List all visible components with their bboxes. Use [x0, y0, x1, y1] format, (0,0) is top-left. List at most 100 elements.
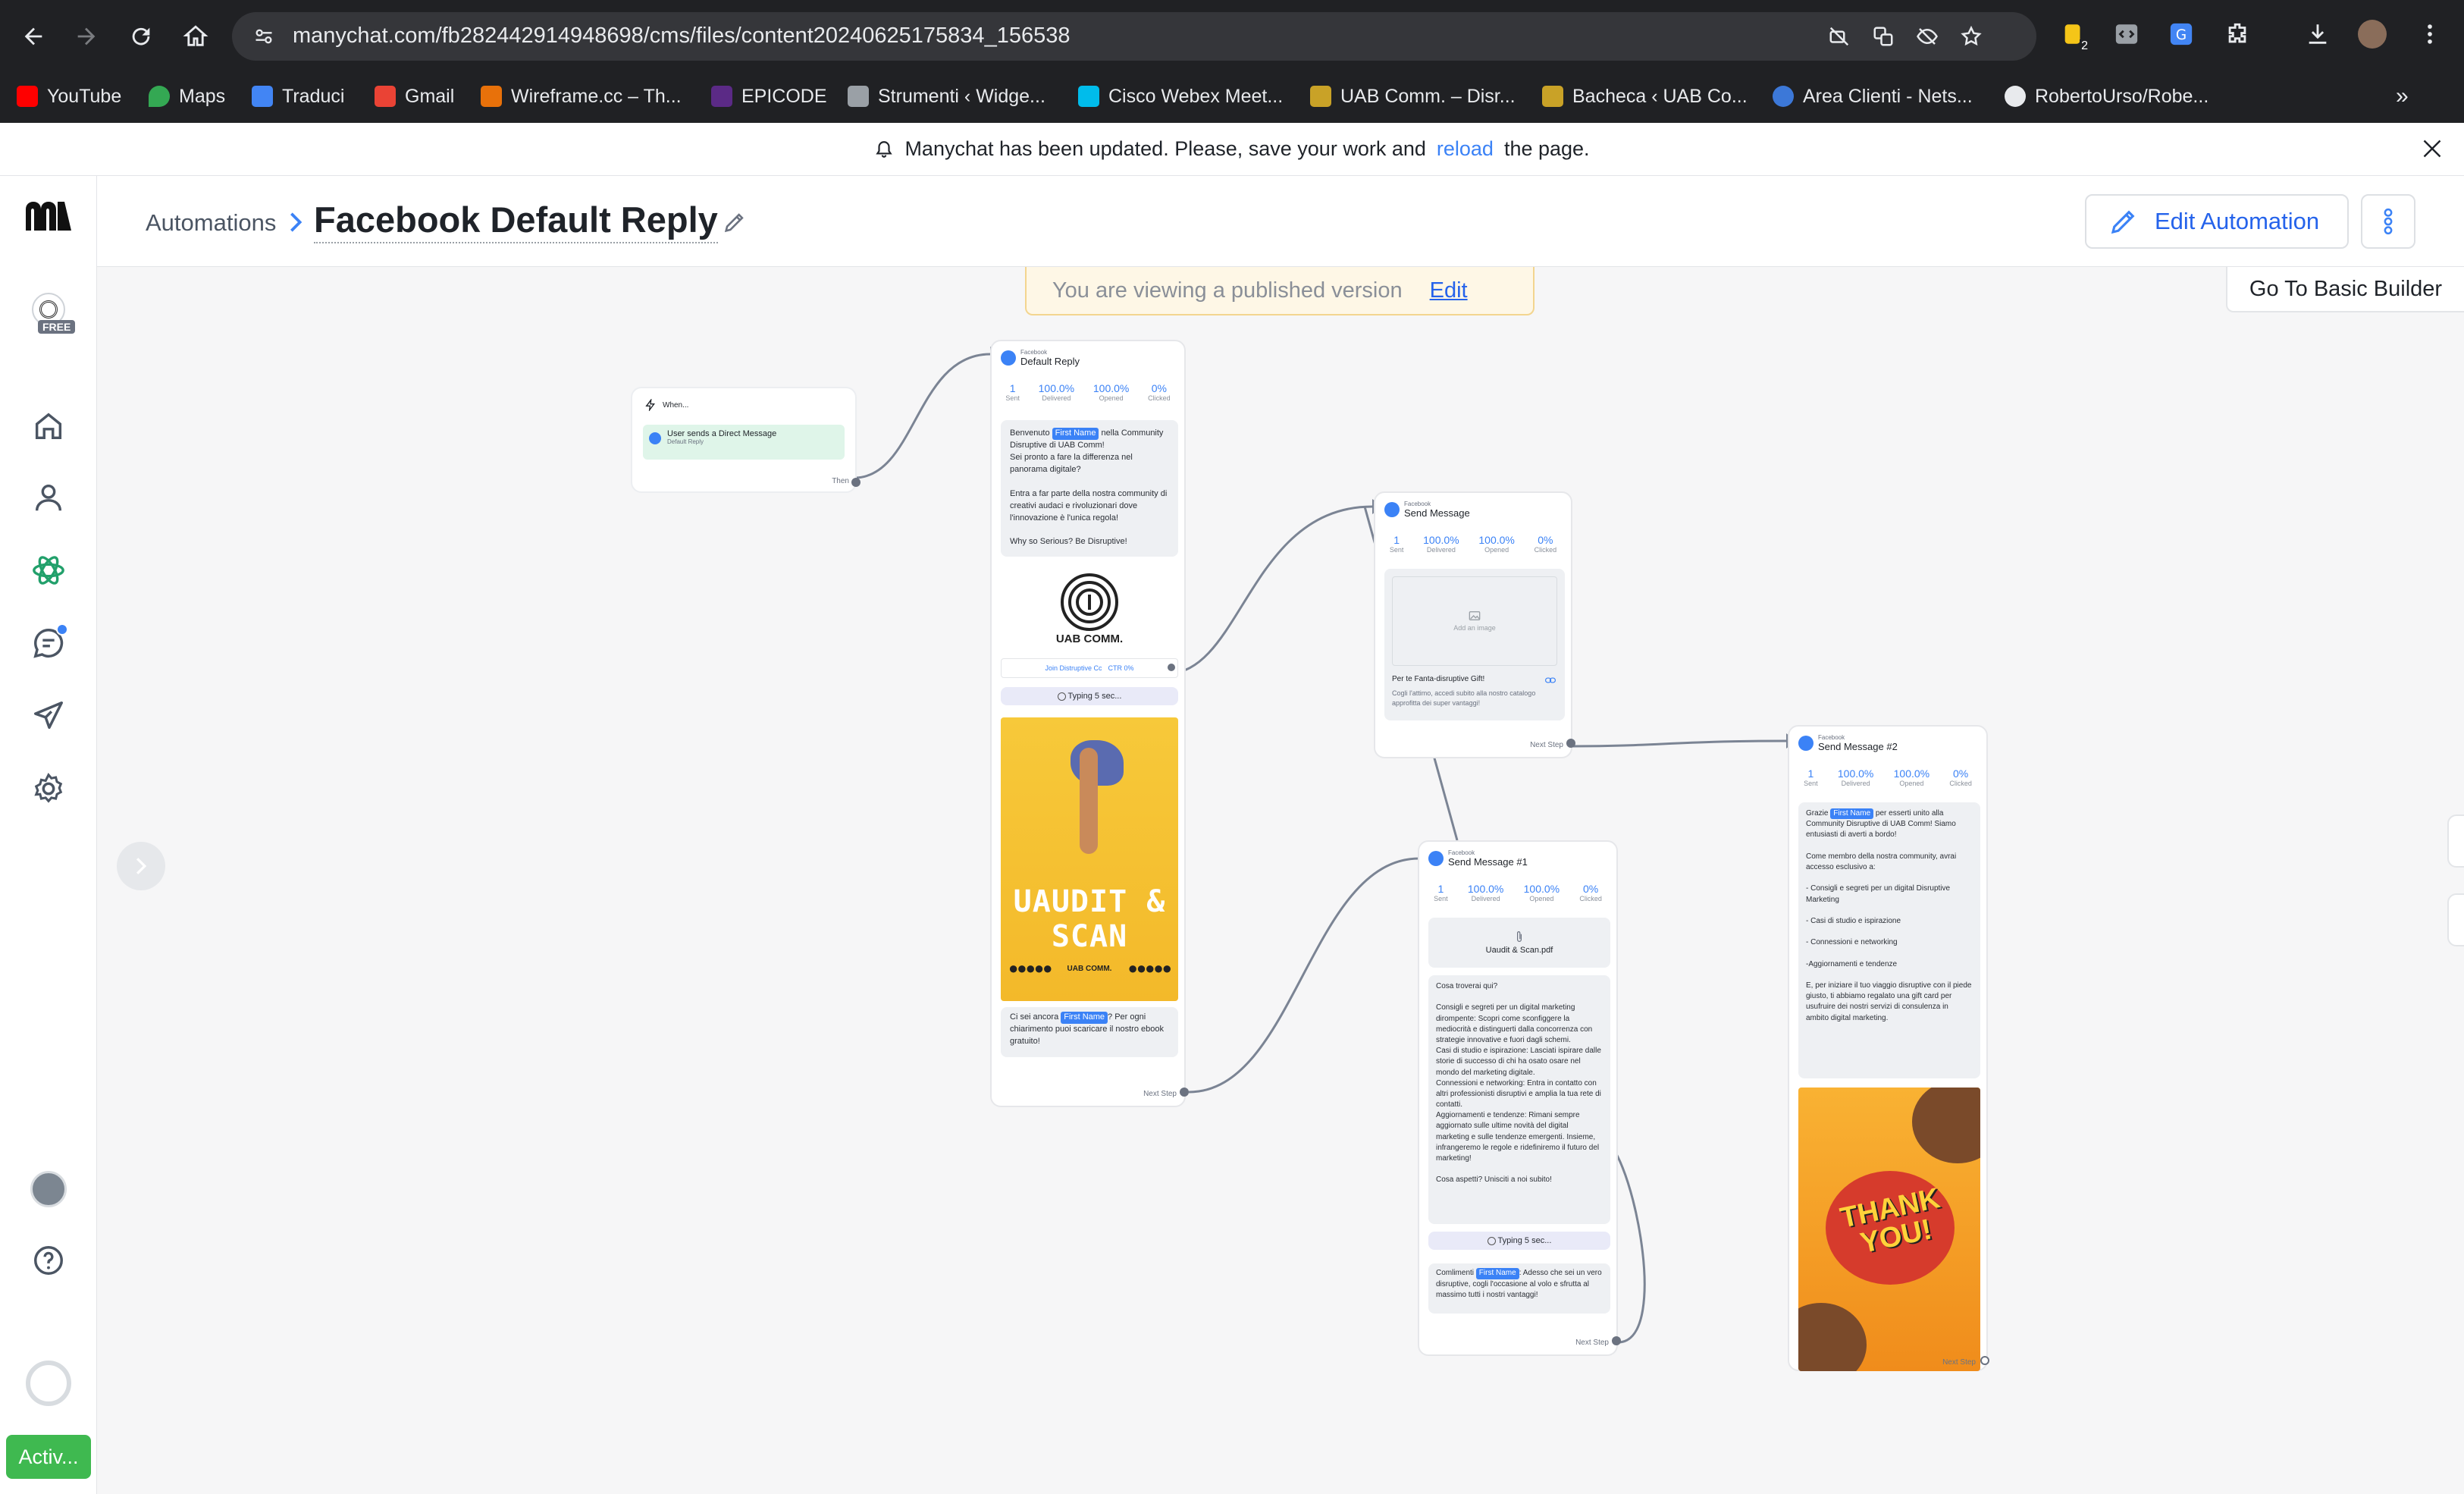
published-version-notice: You are viewing a published version Edit	[1025, 267, 1535, 315]
close-banner-icon[interactable]	[2419, 135, 2446, 162]
stat-sent: 1 Sent	[1005, 382, 1020, 402]
info-message[interactable]: Cosa troverai qui? Consigli e segreti pe…	[1428, 975, 1610, 1224]
bookmark-epicode[interactable]: EPICODE	[711, 80, 827, 112]
bookmark-github[interactable]: RobertoUrso/Robe...	[2005, 80, 2209, 112]
bookmark-maps[interactable]: Maps	[149, 80, 225, 112]
translate-extension-icon[interactable]: G	[2165, 18, 2197, 50]
send-icon	[34, 701, 63, 730]
send-message-node[interactable]: Facebook Send Message 1 Sent 100.0% Deliver…	[1374, 491, 1575, 758]
expand-panel-button[interactable]	[117, 842, 165, 890]
puzzle-icon[interactable]	[2221, 18, 2253, 50]
site-settings-icon[interactable]	[250, 23, 277, 50]
file-attachment[interactable]: Uaudit & Scan.pdf	[1428, 918, 1610, 968]
sidebar-live-chat[interactable]	[23, 617, 74, 669]
edit-automation-label: Edit Automation	[2155, 208, 2320, 234]
extension-notes-icon[interactable]: 2	[2058, 18, 2089, 53]
uaudit-scan-poster: UAUDIT & SCAN ●●●●● UAB COMM. ●●●●●	[1001, 717, 1178, 1001]
page-title[interactable]: Facebook Default Reply	[314, 199, 718, 243]
bookmark-traduci[interactable]: Traduci	[252, 80, 344, 112]
next-step-label: Next Step	[1143, 1090, 1177, 1098]
default-reply-node[interactable]: Facebook Default Reply 1 Sent 100.0% Delive…	[990, 340, 1189, 1107]
translate-icon[interactable]	[1870, 23, 1897, 50]
edit-automation-button[interactable]: Edit Automation	[2085, 194, 2349, 249]
flow-canvas[interactable]: You are viewing a published version Edit…	[97, 267, 2464, 1494]
forward-button[interactable]	[65, 15, 108, 58]
stat-clicked: 0% Clicked	[1148, 382, 1171, 402]
card-message[interactable]: Add an image Per te Fanta-disruptive Gif…	[1384, 569, 1565, 720]
bookmark-wireframe[interactable]: Wireframe.cc – Th...	[481, 80, 682, 112]
node-title: Send Message #1	[1448, 856, 1528, 868]
ebook-message[interactable]: Ci sei ancora First Name? Per ogni chiar…	[1001, 1007, 1178, 1057]
then-connector[interactable]	[851, 478, 861, 487]
url-text[interactable]: manychat.com/fb282442914948698/cms/files…	[293, 24, 1070, 49]
join-button-label: Join Distruptive Cc	[1045, 664, 1102, 672]
breadcrumb-automations[interactable]: Automations	[146, 209, 276, 237]
join-button[interactable]: Join Distruptive Cc CTR 0%	[1001, 658, 1178, 678]
sidebar-broadcasting[interactable]	[23, 690, 74, 742]
stat-delivered: 100.0% Delivered	[1837, 767, 1874, 787]
send-message-1-node[interactable]: Facebook Send Message #1 1 Sent 100.0% Deli…	[1418, 840, 1621, 1356]
button-connector[interactable]	[1168, 664, 1175, 671]
extension-badge: 2	[2080, 39, 2089, 53]
sidebar-settings[interactable]	[23, 763, 74, 814]
manychat-logo[interactable]	[23, 199, 73, 234]
sidebar-automation[interactable]	[23, 545, 74, 596]
send-message-2-node[interactable]: Facebook Send Message #2 1 Sent 100.0% Deli…	[1788, 725, 1989, 1371]
download-icon[interactable]	[2302, 18, 2334, 50]
go-to-basic-builder-button[interactable]: Go To Basic Builder	[2226, 267, 2464, 312]
node-platform: Facebook	[1020, 349, 1048, 356]
stat-clicked: 0% Clicked	[1534, 534, 1557, 554]
next-step-connector[interactable]	[1566, 739, 1575, 748]
browser-menu-icon[interactable]	[2414, 18, 2446, 50]
bookmark-label: Strumenti ‹ Widge...	[878, 85, 1045, 107]
poster-logo-text: UAB COMM.	[1067, 964, 1112, 973]
reload-button[interactable]	[120, 15, 162, 58]
account-avatar[interactable]: FREE	[26, 293, 76, 338]
banner-text-after: the page.	[1503, 137, 1590, 160]
address-bar[interactable]: manychat.com/fb282442914948698/cms/files…	[232, 12, 2036, 61]
thanks-message[interactable]: Grazie First Name per esserti unito alla…	[1798, 802, 1980, 1078]
user-avatar[interactable]	[30, 1171, 67, 1207]
back-button[interactable]	[12, 15, 55, 58]
chevron-right-icon	[290, 212, 303, 232]
reload-icon	[132, 27, 150, 46]
zoom-out-button[interactable]	[2447, 893, 2464, 946]
bookmark-label: EPICODE	[741, 85, 827, 107]
notice-edit-link[interactable]: Edit	[1430, 278, 1468, 303]
sidebar-home[interactable]	[23, 400, 74, 452]
welcome-message[interactable]: Benvenuto First Name nella Community Dis…	[1001, 420, 1178, 557]
bookmark-bacheca[interactable]: Bacheca ‹ UAB Co...	[1542, 80, 1748, 112]
bookmark-gmail[interactable]: Gmail	[375, 80, 454, 112]
home-button[interactable]	[174, 15, 217, 58]
sidebar-help[interactable]	[23, 1235, 74, 1286]
notification-dot	[56, 623, 68, 636]
compliments-message[interactable]: Comlimenti First Name: Adesso che sei un…	[1428, 1263, 1610, 1314]
node-stats: 1 Sent 100.0% Delivered 100.0% Opened 0% Cli…	[1380, 534, 1566, 554]
sidebar-contacts[interactable]	[23, 472, 74, 523]
trigger-node[interactable]: When... User sends a Direct Message Defa…	[631, 387, 861, 493]
reload-link[interactable]: reload	[1437, 137, 1494, 161]
eye-off-icon[interactable]	[1914, 23, 1941, 50]
more-options-button[interactable]	[2361, 194, 2415, 249]
more-bookmarks-icon[interactable]: »	[2396, 80, 2409, 112]
next-step-connector[interactable]	[1180, 1088, 1189, 1097]
bookmark-webex[interactable]: Cisco Webex Meet...	[1078, 80, 1283, 112]
profile-avatar[interactable]	[2356, 18, 2388, 50]
typing-indicator: Typing 5 sec...	[1001, 687, 1178, 705]
bookmark-star-icon[interactable]	[1958, 23, 1985, 50]
next-step-connector[interactable]	[1612, 1336, 1621, 1345]
active-status-button[interactable]: Activ...	[6, 1435, 91, 1479]
messenger-icon	[1384, 502, 1400, 517]
trigger-item[interactable]: User sends a Direct Message Default Repl…	[643, 425, 845, 460]
camera-off-icon[interactable]	[1826, 23, 1853, 50]
next-step-connector[interactable]	[1980, 1356, 1989, 1365]
dev-tools-extension-icon[interactable]	[2111, 18, 2143, 50]
bookmark-strumenti[interactable]: Strumenti ‹ Widge...	[848, 80, 1045, 112]
zoom-in-button[interactable]	[2447, 814, 2464, 868]
bookmark-uab-comm[interactable]: UAB Comm. – Disr...	[1310, 80, 1516, 112]
pencil-icon[interactable]	[722, 209, 748, 235]
image-placeholder[interactable]: Add an image	[1392, 576, 1557, 666]
bookmark-youtube[interactable]: YouTube	[17, 80, 121, 112]
stat-sent: 1 Sent	[1389, 534, 1404, 554]
bookmark-area-clienti[interactable]: Area Clienti - Nets...	[1773, 80, 1973, 112]
